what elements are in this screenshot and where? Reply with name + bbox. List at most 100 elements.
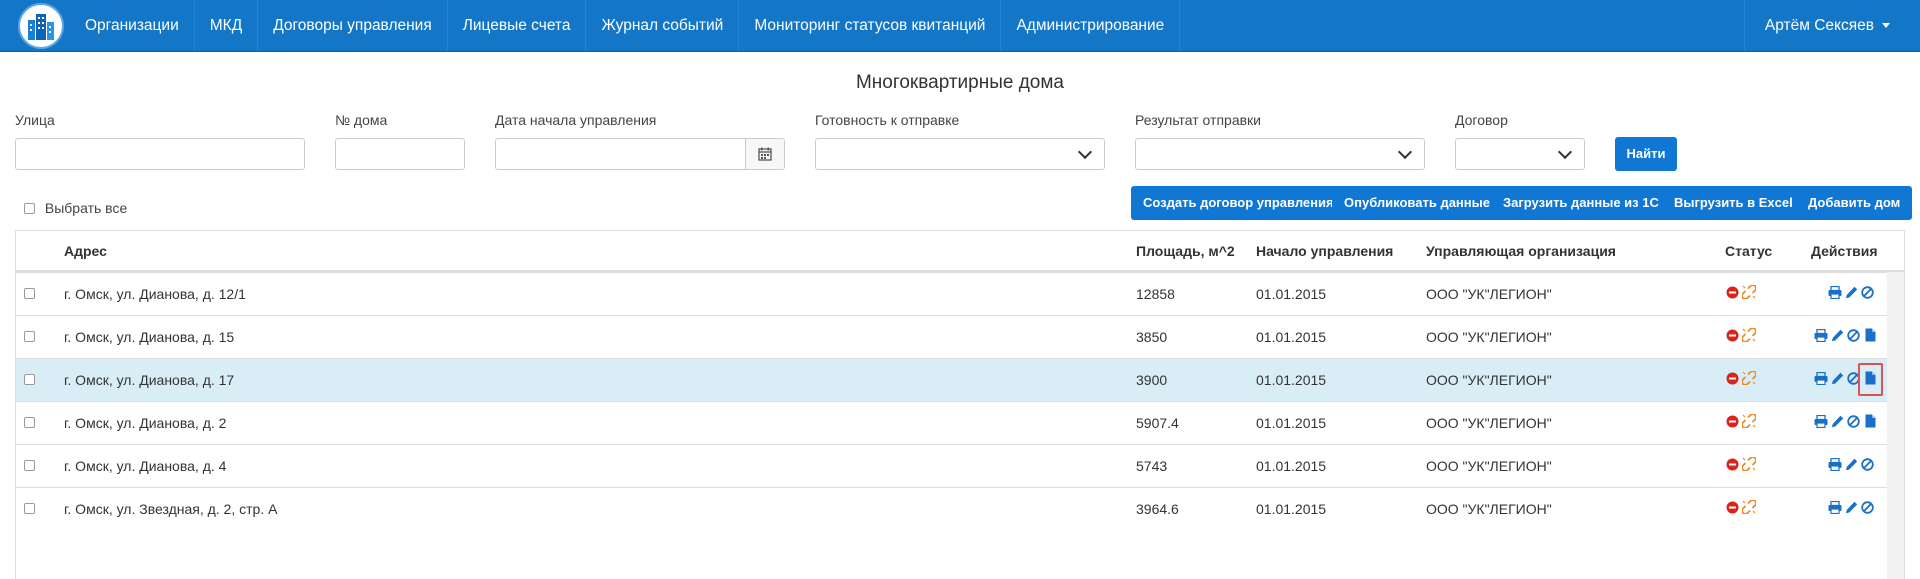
edit-icon[interactable] (1831, 329, 1844, 345)
table-header: Адрес Площадь, м^2 Начало управления Упр… (16, 231, 1904, 272)
not-published-icon (1726, 415, 1739, 431)
unlinked-icon (1741, 456, 1757, 474)
table-row[interactable]: г. Омск, ул. Дианова, д. 4 5743 01.01.2015… (16, 444, 1904, 487)
row-checkbox[interactable] (24, 288, 35, 299)
row-start-date: 01.01.2015 (1256, 458, 1327, 474)
nav-item-organizations[interactable]: Организации (70, 0, 195, 51)
row-checkbox[interactable] (24, 503, 35, 514)
row-address: г. Омск, ул. Дианова, д. 4 (64, 458, 227, 474)
calendar-button[interactable] (745, 139, 784, 169)
find-button[interactable]: Найти (1615, 137, 1677, 171)
add-house-button[interactable]: Добавить дом (1796, 186, 1913, 220)
main-menu: Организации МКД Договоры управления Лице… (70, 0, 1181, 51)
col-area[interactable]: Площадь, м^2 (1136, 243, 1235, 259)
row-organization: ООО "УК"ЛЕГИОН" (1426, 286, 1552, 302)
row-start-date: 01.01.2015 (1256, 372, 1327, 388)
table-row[interactable]: г. Омск, ул. Дианова, д. 12/1 12858 01.01.… (16, 272, 1904, 315)
disable-icon[interactable] (1861, 458, 1874, 474)
user-menu[interactable]: Артём Сексяев (1743, 0, 1890, 51)
edit-icon[interactable] (1845, 286, 1858, 302)
nav-item-administration[interactable]: Администрирование (1001, 0, 1181, 51)
not-published-icon (1726, 329, 1739, 345)
row-organization: ООО "УК"ЛЕГИОН" (1426, 501, 1552, 517)
nav-item-accounts[interactable]: Лицевые счета (448, 0, 587, 51)
row-checkbox[interactable] (24, 460, 35, 471)
disable-icon[interactable] (1861, 286, 1874, 302)
building-logo-icon[interactable] (18, 3, 64, 49)
nav-item-mkd[interactable]: МКД (195, 0, 259, 51)
col-organization[interactable]: Управляющая организация (1426, 243, 1616, 259)
print-icon[interactable] (1828, 500, 1842, 517)
user-name: Артём Сексяев (1764, 17, 1874, 34)
row-checkbox[interactable] (24, 374, 35, 385)
col-actions[interactable]: Действия (1811, 243, 1878, 259)
export-excel-button[interactable]: Выгрузить в Excel (1662, 186, 1805, 220)
disable-icon[interactable] (1847, 329, 1860, 345)
disable-icon[interactable] (1847, 415, 1860, 431)
disable-icon[interactable] (1861, 501, 1874, 517)
table-row[interactable]: г. Омск, ул. Дианова, д. 15 3850 01.01.201… (16, 315, 1904, 358)
row-organization: ООО "УК"ЛЕГИОН" (1426, 415, 1552, 431)
col-address[interactable]: Адрес (64, 243, 107, 259)
table-row[interactable]: г. Омск, ул. Дианова, д. 2 5907.4 01.01.20… (16, 401, 1904, 444)
select-all[interactable]: Выбрать все (24, 199, 127, 216)
row-address: г. Омск, ул. Дианова, д. 12/1 (64, 286, 246, 302)
load-1c-button[interactable]: Загрузить данные из 1С (1491, 186, 1671, 220)
start-date-input[interactable] (495, 138, 785, 170)
print-icon[interactable] (1828, 285, 1842, 302)
readiness-select[interactable] (815, 138, 1105, 170)
row-address: г. Омск, ул. Дианова, д. 15 (64, 329, 235, 345)
row-area: 5907.4 (1136, 415, 1179, 431)
not-published-icon (1726, 286, 1739, 302)
col-status[interactable]: Статус (1725, 243, 1772, 259)
nav-item-receipt-monitoring[interactable]: Мониторинг статусов квитанций (739, 0, 1002, 51)
select-all-checkbox[interactable] (24, 202, 35, 214)
page-title: Многоквартирные дома (855, 72, 1065, 93)
row-area: 3964.6 (1136, 501, 1179, 517)
table-row[interactable]: г. Омск, ул. Дианова, д. 17 3900 01.01.201… (16, 358, 1904, 401)
document-icon[interactable] (1865, 414, 1876, 431)
houses-table: Адрес Площадь, м^2 Начало управления Упр… (15, 230, 1905, 579)
row-area: 3900 (1136, 372, 1168, 388)
print-icon[interactable] (1814, 328, 1828, 345)
house-number-input[interactable] (335, 138, 465, 170)
print-icon[interactable] (1814, 414, 1828, 431)
contract-filter: Договор (1455, 112, 1585, 170)
row-organization: ООО "УК"ЛЕГИОН" (1426, 458, 1552, 474)
create-contract-button[interactable]: Создать договор управления (1131, 186, 1346, 220)
not-published-icon (1726, 501, 1739, 517)
row-checkbox[interactable] (24, 417, 35, 428)
row-checkbox[interactable] (24, 331, 35, 342)
chevron-down-icon (1077, 144, 1093, 160)
send-result-select[interactable] (1135, 138, 1425, 170)
edit-icon[interactable] (1831, 415, 1844, 431)
calendar-icon (758, 147, 772, 161)
nav-item-contracts[interactable]: Договоры управления (258, 0, 448, 51)
row-start-date: 01.01.2015 (1256, 329, 1327, 345)
print-icon[interactable] (1814, 371, 1828, 388)
select-all-label: Выбрать все (44, 200, 128, 217)
row-organization: ООО "УК"ЛЕГИОН" (1426, 329, 1552, 345)
print-icon[interactable] (1828, 457, 1842, 474)
contract-select[interactable] (1455, 138, 1585, 170)
readiness-filter: Готовность к отправке (815, 112, 1105, 170)
unlinked-icon (1741, 499, 1757, 517)
publish-data-button[interactable]: Опубликовать данные (1332, 186, 1502, 220)
document-icon[interactable] (1865, 328, 1876, 345)
street-input[interactable] (15, 138, 305, 170)
edit-icon[interactable] (1831, 372, 1844, 388)
unlinked-icon (1741, 370, 1757, 388)
send-result-label: Результат отправки (1135, 112, 1261, 128)
col-start-date[interactable]: Начало управления (1256, 243, 1393, 259)
nav-item-event-log[interactable]: Журнал событий (586, 0, 740, 51)
table-scrollbar[interactable] (1887, 272, 1904, 579)
not-published-icon (1726, 372, 1739, 388)
unlinked-icon (1741, 327, 1757, 345)
row-area: 3850 (1136, 329, 1168, 345)
house-number-label: № дома (335, 112, 388, 128)
table-row[interactable]: г. Омск, ул. Звездная, д. 2, стр. А 3964.… (16, 487, 1904, 530)
edit-icon[interactable] (1845, 458, 1858, 474)
chevron-down-icon (1397, 144, 1413, 160)
edit-icon[interactable] (1845, 501, 1858, 517)
row-start-date: 01.01.2015 (1256, 286, 1327, 302)
